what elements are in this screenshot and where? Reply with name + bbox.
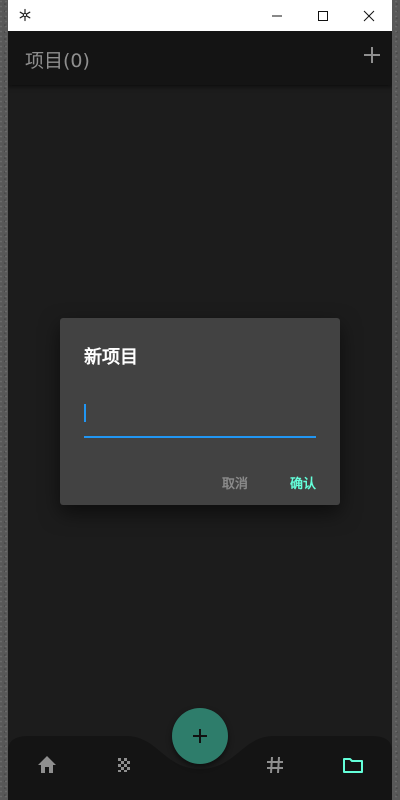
- maximize-icon: [318, 10, 328, 21]
- text-caret: [84, 404, 86, 422]
- app-window: 项目(0) 新项目 取消 确认: [8, 31, 392, 800]
- project-name-input[interactable]: [84, 400, 316, 438]
- folder-icon: [343, 758, 363, 773]
- confirm-button[interactable]: 确认: [290, 473, 316, 492]
- close-button[interactable]: [346, 0, 392, 31]
- cancel-button[interactable]: 取消: [222, 473, 248, 492]
- fab-plus-icon: [193, 729, 207, 743]
- nav-grid-button[interactable]: [113, 753, 137, 777]
- add-project-button[interactable]: [360, 43, 384, 67]
- snowflake-icon: [19, 8, 31, 22]
- minimize-button[interactable]: [254, 0, 300, 31]
- add-fab-button[interactable]: [172, 708, 228, 764]
- nav-home-button[interactable]: [35, 753, 59, 777]
- new-project-dialog: 新项目 取消 确认: [60, 318, 340, 505]
- page-title: 项目(0): [25, 50, 90, 72]
- hash-icon: [267, 756, 283, 774]
- nav-tags-button[interactable]: [263, 753, 287, 777]
- close-icon: [363, 10, 375, 21]
- grid-icon: [118, 758, 130, 772]
- minimize-icon: [272, 15, 282, 16]
- home-icon: [38, 756, 56, 773]
- app-bar: 项目(0): [8, 31, 392, 85]
- dialog-title: 新项目: [84, 347, 138, 368]
- nav-projects-button[interactable]: [341, 753, 365, 777]
- window-titlebar: [8, 0, 392, 32]
- plus-icon: [364, 47, 380, 63]
- maximize-button[interactable]: [300, 0, 346, 31]
